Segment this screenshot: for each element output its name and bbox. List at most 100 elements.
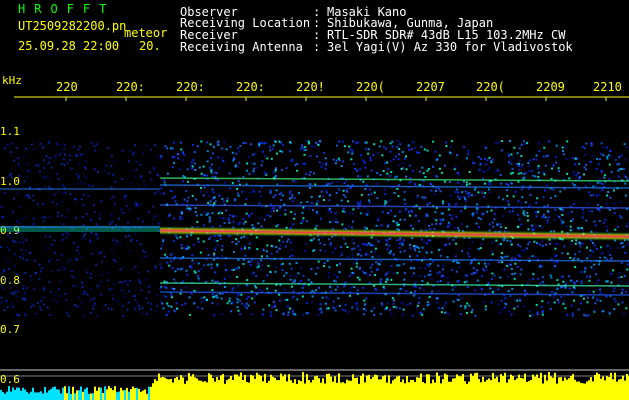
noise-pixel bbox=[269, 210, 272, 213]
level-bar bbox=[200, 380, 202, 400]
noise-pixel bbox=[604, 218, 607, 221]
noise-pixel bbox=[55, 142, 58, 145]
noise-pixel bbox=[446, 256, 449, 259]
noise-pixel bbox=[224, 181, 227, 184]
noise-pixel bbox=[507, 161, 510, 164]
noise-pixel bbox=[327, 298, 330, 300]
noise-pixel bbox=[129, 280, 131, 282]
noise-pixel bbox=[389, 209, 392, 212]
noise-pixel bbox=[276, 250, 279, 253]
level-bar bbox=[398, 375, 400, 400]
level-bar bbox=[458, 376, 460, 400]
noise-pixel bbox=[332, 300, 335, 303]
noise-pixel bbox=[114, 224, 117, 227]
noise-pixel bbox=[507, 203, 510, 206]
noise-pixel bbox=[580, 227, 583, 229]
noise-pixel bbox=[351, 152, 354, 155]
level-bar bbox=[338, 373, 340, 400]
noise-pixel bbox=[413, 245, 416, 247]
noise-pixel bbox=[465, 199, 468, 202]
noise-pixel bbox=[458, 197, 461, 200]
noise-pixel bbox=[210, 171, 213, 174]
noise-pixel bbox=[13, 264, 16, 267]
noise-pixel bbox=[457, 191, 460, 194]
noise-pixel bbox=[114, 180, 117, 183]
noise-pixel bbox=[136, 302, 139, 304]
level-bar bbox=[396, 376, 398, 400]
noise-pixel bbox=[375, 224, 378, 227]
noise-pixel bbox=[520, 223, 523, 226]
noise-pixel bbox=[79, 145, 82, 148]
noise-pixel bbox=[244, 245, 247, 248]
noise-pixel bbox=[537, 175, 540, 178]
noise-pixel bbox=[75, 216, 78, 219]
level-bar bbox=[148, 386, 150, 400]
noise-pixel bbox=[470, 311, 473, 314]
noise-pixel bbox=[428, 202, 431, 205]
noise-pixel bbox=[214, 295, 217, 298]
noise-pixel bbox=[22, 287, 25, 290]
noise-pixel bbox=[554, 208, 557, 211]
noise-pixel bbox=[211, 188, 214, 191]
noise-pixel bbox=[537, 142, 540, 145]
level-bar bbox=[552, 377, 554, 400]
noise-pixel bbox=[283, 288, 286, 291]
noise-pixel bbox=[42, 202, 45, 205]
noise-pixel bbox=[192, 243, 195, 246]
noise-pixel bbox=[382, 285, 385, 288]
level-bar bbox=[404, 383, 406, 400]
noise-pixel bbox=[365, 272, 368, 275]
noise-pixel bbox=[591, 155, 594, 158]
noise-pixel bbox=[273, 209, 275, 212]
noise-pixel bbox=[276, 152, 278, 155]
noise-pixel bbox=[281, 268, 284, 271]
noise-pixel bbox=[625, 158, 627, 161]
noise-pixel bbox=[153, 169, 156, 171]
noise-pixel bbox=[170, 305, 173, 308]
noise-pixel bbox=[148, 290, 151, 293]
level-bar bbox=[466, 383, 468, 400]
level-bar bbox=[70, 393, 72, 400]
noise-pixel bbox=[504, 297, 507, 300]
noise-pixel bbox=[0, 301, 3, 304]
noise-pixel bbox=[131, 169, 134, 172]
noise-pixel bbox=[258, 143, 261, 146]
noise-pixel bbox=[339, 262, 342, 265]
noise-pixel bbox=[428, 303, 431, 306]
noise-pixel bbox=[213, 252, 216, 255]
noise-pixel bbox=[140, 257, 143, 260]
noise-pixel bbox=[355, 142, 358, 145]
noise-pixel bbox=[551, 182, 554, 185]
noise-pixel bbox=[93, 210, 96, 213]
noise-pixel bbox=[447, 282, 450, 284]
level-bar bbox=[510, 374, 512, 400]
noise-pixel bbox=[104, 304, 107, 307]
noise-pixel bbox=[441, 311, 443, 314]
noise-pixel bbox=[503, 255, 506, 258]
noise-pixel bbox=[606, 225, 608, 228]
level-bar bbox=[620, 379, 622, 400]
noise-pixel bbox=[599, 158, 601, 161]
noise-pixel bbox=[86, 271, 89, 274]
noise-pixel bbox=[432, 165, 434, 168]
noise-pixel bbox=[275, 189, 278, 192]
noise-pixel bbox=[77, 154, 80, 157]
noise-pixel bbox=[76, 305, 79, 308]
noise-pixel bbox=[466, 286, 469, 288]
noise-pixel bbox=[247, 248, 250, 251]
noise-pixel bbox=[239, 313, 242, 316]
noise-pixel bbox=[36, 301, 39, 304]
noise-pixel bbox=[3, 309, 6, 312]
noise-pixel bbox=[465, 280, 468, 283]
noise-pixel bbox=[616, 246, 619, 249]
noise-pixel bbox=[387, 167, 390, 170]
level-bar bbox=[2, 392, 4, 400]
noise-pixel bbox=[94, 168, 97, 171]
noise-pixel bbox=[498, 261, 501, 264]
noise-pixel bbox=[553, 261, 555, 264]
noise-pixel bbox=[230, 268, 233, 271]
noise-pixel bbox=[599, 256, 602, 259]
noise-pixel bbox=[147, 301, 150, 304]
noise-pixel bbox=[463, 281, 466, 284]
noise-pixel bbox=[409, 164, 411, 167]
